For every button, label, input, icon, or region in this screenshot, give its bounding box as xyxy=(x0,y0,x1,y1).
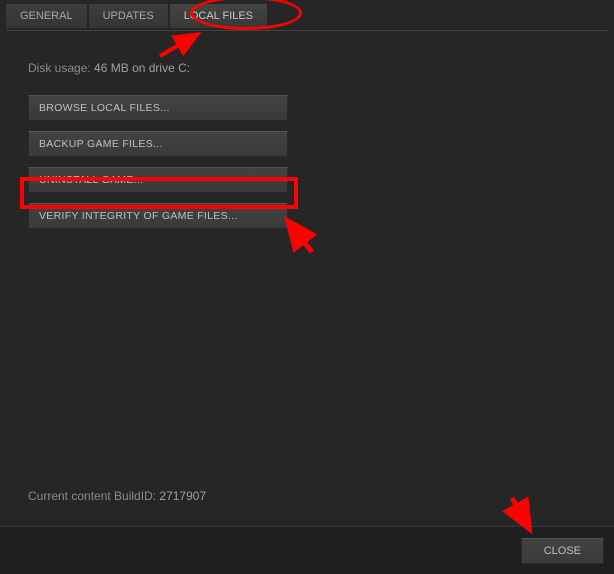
verify-integrity-button[interactable]: VERIFY INTEGRITY OF GAME FILES... xyxy=(28,203,288,229)
close-button[interactable]: CLOSE xyxy=(521,538,604,564)
tab-general[interactable]: GENERAL xyxy=(6,4,87,28)
backup-game-files-button[interactable]: BACKUP GAME FILES... xyxy=(28,131,288,157)
disk-usage-value: 46 MB on drive C: xyxy=(94,61,190,75)
tab-content: Disk usage: 46 MB on drive C: BROWSE LOC… xyxy=(0,31,614,521)
disk-usage-label: Disk usage xyxy=(28,61,87,75)
button-stack: BROWSE LOCAL FILES... BACKUP GAME FILES.… xyxy=(28,95,288,229)
tab-local-files[interactable]: LOCAL FILES xyxy=(170,4,267,28)
browse-local-files-button[interactable]: BROWSE LOCAL FILES... xyxy=(28,95,288,121)
uninstall-game-button[interactable]: UNINSTALL GAME... xyxy=(28,167,288,193)
tab-bar: GENERAL UPDATES LOCAL FILES xyxy=(0,0,614,28)
build-id-value: 2717907 xyxy=(159,489,206,503)
dialog-footer: CLOSE xyxy=(0,526,614,574)
build-id-line: Current content BuildID: 2717907 xyxy=(28,489,206,503)
build-id-label: Current content BuildID xyxy=(28,489,153,503)
tab-updates[interactable]: UPDATES xyxy=(89,4,168,28)
disk-usage-line: Disk usage: 46 MB on drive C: xyxy=(28,61,594,75)
